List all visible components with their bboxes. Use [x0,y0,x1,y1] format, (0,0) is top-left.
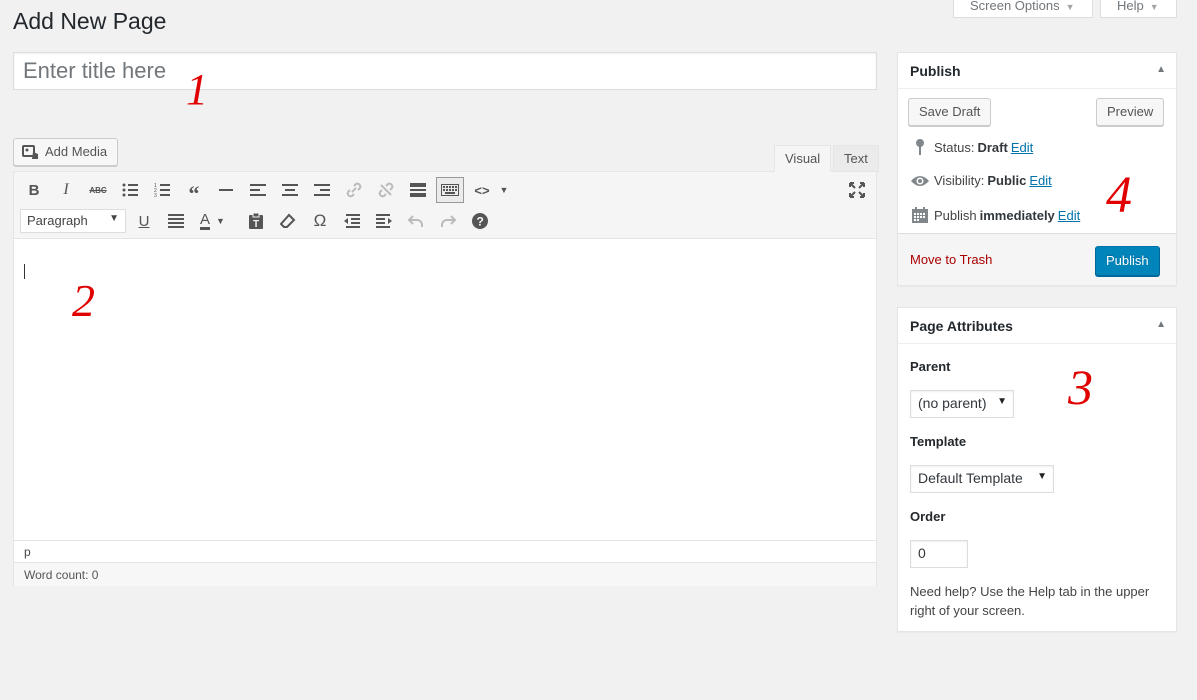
fullscreen-icon[interactable] [843,177,871,203]
caret-down-icon: ▼ [1065,2,1075,12]
tab-text[interactable]: Text [833,145,879,172]
format-select-value: Paragraph [27,213,88,228]
help-icon[interactable]: ? [466,208,494,234]
blockquote-icon[interactable]: “ [180,177,208,206]
annotation-2: 2 [72,275,95,326]
help-tab[interactable]: Help ▼ [1100,0,1177,18]
caret-up-icon[interactable]: ▲ [1156,64,1166,75]
visibility-value: Public [987,173,1027,188]
word-count: Word count: 0 [14,562,876,586]
link-icon[interactable] [340,177,368,203]
special-character-icon[interactable]: Ω [306,208,334,234]
publish-date-row: Publish immediately Edit [910,207,1080,223]
title-input[interactable] [13,52,877,90]
toolbar-toggle-icon[interactable] [436,177,464,203]
page-attributes-box: Page Attributes ▲ Parent (no parent) ▼ T… [897,307,1177,632]
add-media-button[interactable]: Add Media [13,138,119,166]
caret-down-icon: ▼ [1149,2,1159,12]
visibility-edit-link[interactable]: Edit [1029,173,1051,188]
publish-box: Publish ▲ Save Draft Preview Status: Dra… [897,52,1177,286]
format-select[interactable]: Paragraph ▼ [20,209,126,233]
bold-icon[interactable]: B [20,177,48,203]
svg-text:?: ? [477,215,484,229]
tab-visual[interactable]: Visual [774,145,832,172]
numbered-list-icon[interactable]: 123 [148,177,176,203]
justify-icon[interactable] [162,208,190,234]
strikethrough-icon[interactable]: ABC [84,177,112,203]
annotation-4: 4 [1106,167,1132,224]
visibility-label: Visibility: [934,173,985,188]
template-label: Template [910,434,967,449]
parent-select[interactable]: (no parent) ▼ [910,390,1014,418]
clear-formatting-icon[interactable] [274,208,302,234]
save-draft-button[interactable]: Save Draft [908,98,992,126]
page-attributes-help: Need help? Use the Help tab in the upper… [910,584,1150,618]
align-center-icon[interactable] [276,177,304,203]
align-left-icon[interactable] [244,177,272,203]
template-select-value: Default Template [918,470,1023,486]
add-media-icon [22,144,40,160]
outdent-icon[interactable] [338,208,366,234]
status-label: Status: [934,139,975,155]
editor: B I ABC 123 “ <> ▼ Paragraph ▼ U A ▼ T Ω… [13,171,877,586]
svg-text:3: 3 [154,193,157,197]
publish-actions: Move to Trash Publish [898,233,1176,285]
template-select[interactable]: Default Template ▼ [910,465,1054,493]
undo-icon[interactable] [402,208,430,234]
publish-value: immediately [979,207,1055,223]
read-more-icon[interactable] [404,177,432,203]
page-title: Add New Page [13,8,167,34]
screen-options-label: Screen Options [970,0,1060,13]
page-attributes-header[interactable]: Page Attributes ▲ [898,308,1176,344]
text-color-icon[interactable]: A ▼ [194,208,232,234]
parent-select-value: (no parent) [918,395,987,411]
chevron-down-icon[interactable]: ▼ [494,177,514,203]
order-label: Order [910,509,946,524]
editor-content-area[interactable] [14,239,876,539]
unlink-icon[interactable] [372,177,400,203]
calendar-icon [910,207,930,223]
code-icon[interactable]: <> [468,177,496,203]
pin-icon [910,139,930,155]
parent-label: Parent [910,359,951,374]
annotation-1: 1 [186,65,208,114]
preview-button[interactable]: Preview [1096,98,1165,126]
bullet-list-icon[interactable] [116,177,144,203]
caret-down-icon: ▼ [997,396,1007,407]
indent-icon[interactable] [370,208,398,234]
paste-text-icon[interactable]: T [242,208,270,234]
horizontal-line-icon[interactable] [212,177,240,203]
visibility-row: Visibility: Public Edit [910,173,1052,188]
underline-icon[interactable]: U [130,208,158,234]
redo-icon[interactable] [434,208,462,234]
order-value: 0 [918,545,926,561]
italic-icon[interactable]: I [52,177,80,203]
editor-toolbar: B I ABC 123 “ <> ▼ Paragraph ▼ U A ▼ T Ω… [14,172,876,239]
caret-up-icon[interactable]: ▲ [1156,319,1166,330]
status-edit-link[interactable]: Edit [1011,140,1033,155]
status-value: Draft [977,139,1008,155]
publish-edit-link[interactable]: Edit [1058,208,1080,223]
caret-down-icon: ▼ [1037,471,1047,482]
add-media-label: Add Media [45,144,108,159]
publish-box-header[interactable]: Publish ▲ [898,53,1176,89]
page-attributes-title: Page Attributes [910,318,1013,334]
screen-options-tab[interactable]: Screen Options ▼ [953,0,1093,18]
status-row: Status: Draft Edit [910,139,1033,155]
help-label: Help [1117,0,1144,13]
eye-icon [910,175,930,187]
caret-down-icon: ▼ [109,213,119,224]
svg-text:T: T [253,219,259,229]
annotation-3: 3 [1068,359,1093,415]
move-to-trash-link[interactable]: Move to Trash [910,252,992,267]
align-right-icon[interactable] [308,177,336,203]
publish-label: Publish [934,207,977,223]
order-input[interactable]: 0 [910,540,968,568]
publish-button[interactable]: Publish [1095,246,1160,276]
publish-box-title: Publish [910,63,961,79]
editor-path: p [14,540,876,562]
